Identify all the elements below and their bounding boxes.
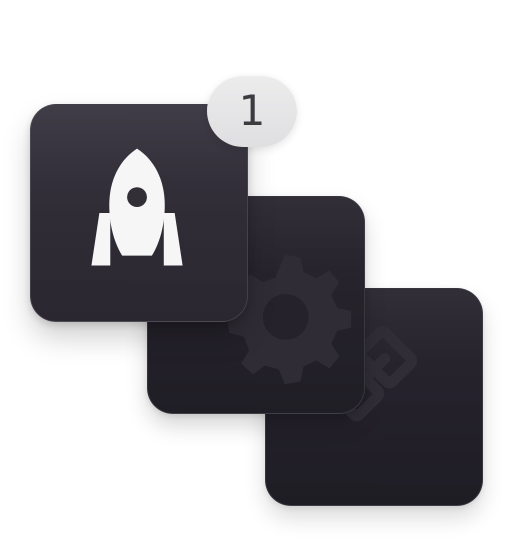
app-stack-illustration: 1 <box>0 0 515 553</box>
primary-app-card[interactable] <box>30 104 248 322</box>
rocket-icon <box>91 148 183 266</box>
notification-count: 1 <box>238 86 266 135</box>
notification-badge: 1 <box>207 75 297 147</box>
